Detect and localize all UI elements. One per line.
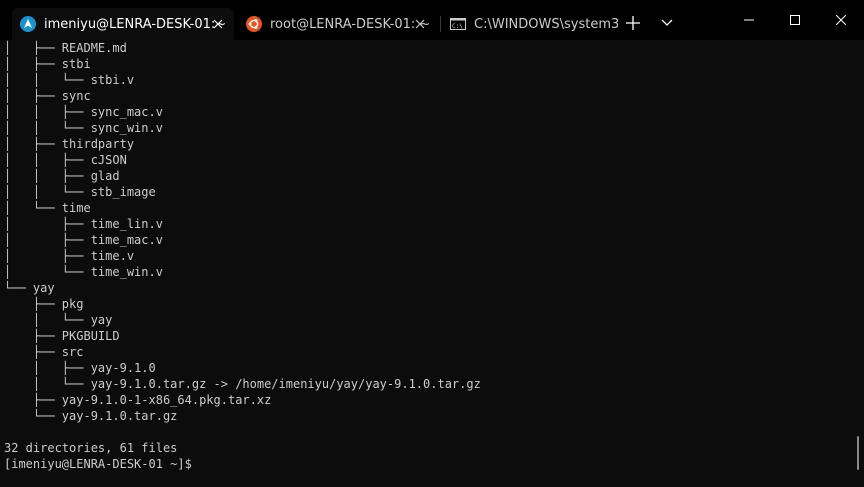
close-icon[interactable]	[210, 16, 226, 32]
terminal-line: │ ├── time_lin.v	[4, 217, 163, 231]
terminal-line: ├── src	[4, 345, 84, 359]
maximize-button[interactable]	[772, 0, 818, 40]
terminal-line: │ ├── stbi	[4, 57, 91, 71]
terminal-line: │ └── yay-9.1.0.tar.gz -> /home/imeniyu/…	[4, 377, 481, 391]
terminal-pane[interactable]: │ ├── README.md │ ├── stbi │ │ └── stbi.v │…	[0, 40, 854, 487]
terminal-line: └── yay-9.1.0.tar.gz	[4, 409, 178, 423]
tab-title: imeniyu@LENRA-DESK-01:~	[44, 16, 227, 32]
plus-icon	[626, 16, 640, 30]
tab-ubuntu-terminal[interactable]: root@LENRA-DESK-01: ~	[238, 8, 436, 40]
minimize-icon	[744, 19, 754, 21]
chevron-down-icon	[661, 19, 673, 26]
tab-separator	[440, 16, 441, 32]
terminal-line: │ │ ├── sync_mac.v	[4, 105, 163, 119]
maximize-icon	[790, 15, 800, 25]
terminal-line: │ ├── sync	[4, 89, 91, 103]
terminal-line: │ │ ├── glad	[4, 169, 120, 183]
terminal-line: ├── pkg	[4, 297, 84, 311]
terminal-line: │ └── time_win.v	[4, 265, 163, 279]
arch-linux-icon	[20, 16, 36, 32]
close-window-button[interactable]	[818, 0, 864, 40]
scrollbar[interactable]	[854, 40, 864, 487]
terminal-line: ├── yay-9.1.0-1-x86_64.pkg.tar.xz	[4, 393, 272, 407]
terminal-line: │ ├── yay-9.1.0	[4, 361, 156, 375]
svg-text:C:\: C:\	[452, 23, 463, 30]
terminal-output: │ ├── README.md │ ├── stbi │ │ └── stbi.v │…	[4, 40, 481, 472]
terminal-line: │ │ └── stbi.v	[4, 73, 135, 87]
terminal-line: │ ├── time_mac.v	[4, 233, 163, 247]
new-tab-button[interactable]	[618, 8, 648, 38]
cmd-icon: C:\	[450, 16, 466, 32]
minimize-button[interactable]	[726, 0, 772, 40]
terminal-line: │ │ └── stb_image	[4, 185, 156, 199]
tab-cmd-terminal[interactable]: C:\ C:\WINDOWS\system32\cn	[442, 8, 618, 40]
terminal-line: │ ├── thirdparty	[4, 137, 135, 151]
tab-title: C:\WINDOWS\system32\cn	[474, 16, 618, 32]
tab-arch-terminal[interactable]: imeniyu@LENRA-DESK-01:~	[12, 8, 234, 40]
terminal-line: │ ├── time.v	[4, 249, 135, 263]
terminal-line: 32 directories, 61 files	[4, 441, 178, 455]
terminal-line: │ └── yay	[4, 313, 113, 327]
terminal-line: │ └── time	[4, 201, 91, 215]
tab-dropdown-button[interactable]	[652, 8, 682, 38]
terminal-line: [imeniyu@LENRA-DESK-01 ~]$	[4, 457, 192, 471]
close-icon	[836, 15, 846, 25]
terminal-line: │ │ └── sync_win.v	[4, 121, 163, 135]
terminal-line: │ │ ├── cJSON	[4, 153, 127, 167]
close-icon[interactable]	[412, 16, 428, 32]
ubuntu-icon	[246, 16, 262, 32]
scrollbar-thumb[interactable]	[857, 436, 859, 470]
terminal-line: └── yay	[4, 281, 55, 295]
terminal-line: ├── PKGBUILD	[4, 329, 120, 343]
tab-bar: imeniyu@LENRA-DESK-01:~ root@LENRA-DESK-…	[0, 0, 864, 40]
tab-title: root@LENRA-DESK-01: ~	[270, 16, 431, 32]
terminal-line: │ ├── README.md	[4, 41, 127, 55]
